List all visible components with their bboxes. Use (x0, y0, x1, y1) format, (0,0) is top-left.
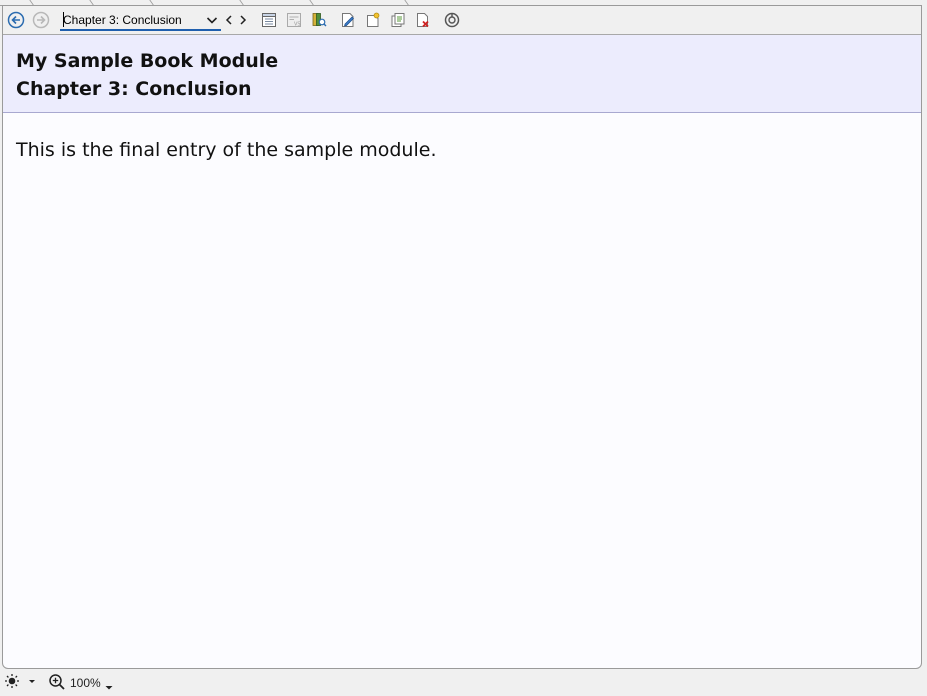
book-window: Chapter 3: Conclusion VS My Sample Book … (2, 5, 922, 669)
new-note-button[interactable] (364, 11, 382, 29)
copy-note-button[interactable] (389, 11, 407, 29)
sync-icon (444, 12, 460, 28)
chapter-dropdown-value: Chapter 3: Conclusion (63, 13, 182, 27)
book-title: My Sample Book Module (16, 50, 279, 72)
svg-text:VS: VS (294, 22, 301, 28)
toolbar: Chapter 3: Conclusion VS (3, 6, 921, 35)
book-search-button[interactable] (310, 11, 328, 29)
new-note-icon (367, 12, 380, 27)
next-entry-button[interactable] (237, 11, 249, 29)
chapter-dropdown[interactable]: Chapter 3: Conclusion (60, 11, 221, 31)
zoom-in-icon (49, 674, 65, 690)
edit-note-button[interactable] (339, 11, 357, 29)
entry-header: My Sample Book Module Chapter 3: Conclus… (3, 35, 921, 113)
back-button[interactable] (7, 11, 25, 29)
previous-entry-button[interactable] (223, 11, 235, 29)
zoom-button[interactable] (48, 673, 66, 695)
verse-list-icon: VS (287, 13, 301, 28)
zoom-level-label: 100% (70, 676, 101, 690)
sync-button[interactable] (443, 11, 461, 29)
theme-button[interactable] (4, 673, 38, 693)
verse-list-button[interactable]: VS (285, 11, 303, 29)
delete-note-button[interactable] (414, 11, 432, 29)
caret-down-icon (105, 686, 113, 690)
arrow-left-circle-icon (7, 11, 25, 29)
edit-note-icon (342, 13, 354, 27)
table-of-contents-icon (262, 13, 276, 27)
copy-note-icon (391, 13, 405, 27)
delete-note-icon (417, 13, 429, 28)
status-bar: 100% (0, 669, 927, 694)
book-search-icon (312, 13, 327, 27)
chevron-down-icon (206, 17, 218, 24)
zoom-dropdown-button[interactable] (104, 677, 114, 696)
entry-body-text: This is the final entry of the sample mo… (16, 139, 437, 161)
table-of-contents-button[interactable] (260, 11, 278, 29)
chevron-right-icon (240, 15, 247, 25)
chevron-left-icon (225, 15, 232, 25)
forward-button[interactable] (32, 11, 50, 29)
arrow-right-circle-icon (32, 11, 50, 29)
sun-icon (5, 674, 35, 688)
chapter-title: Chapter 3: Conclusion (16, 78, 252, 100)
